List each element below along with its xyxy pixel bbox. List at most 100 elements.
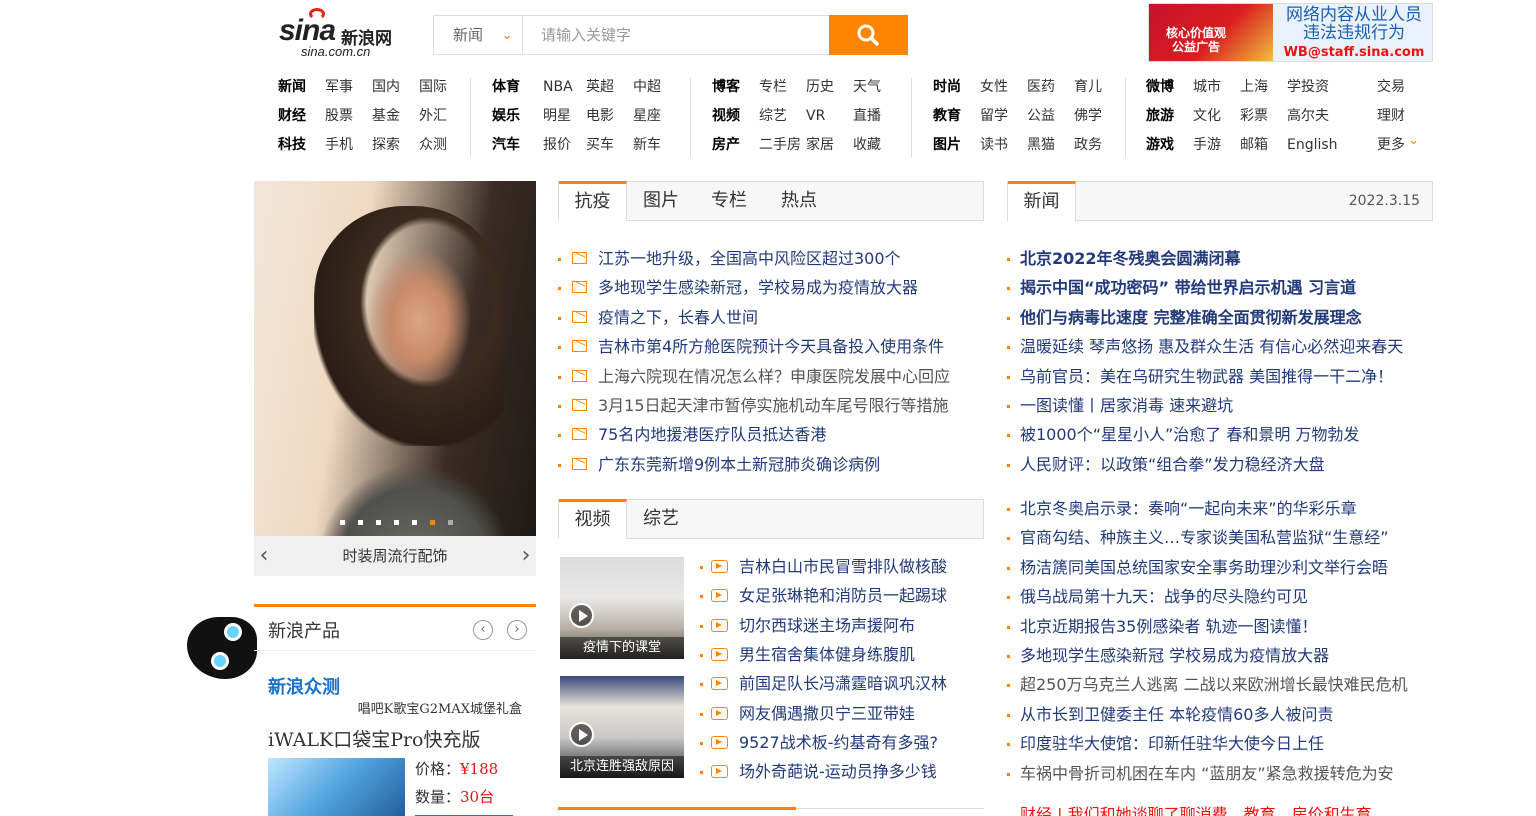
nav-link[interactable]: 文化 — [1193, 106, 1221, 126]
nav-link[interactable]: 股票 — [325, 106, 353, 126]
video-thumbnail[interactable]: 北京连胜强敌原因 — [560, 676, 684, 778]
nav-link[interactable]: 星座 — [633, 106, 661, 126]
nav-link[interactable]: VR — [806, 106, 825, 126]
nav-link[interactable]: 历史 — [806, 77, 834, 97]
nav-link[interactable]: 天气 — [853, 77, 881, 97]
list-item-title[interactable]: 3月15日起天津市暂停实施机动车尾号限行等措施 — [598, 395, 949, 417]
play-icon[interactable] — [569, 722, 594, 747]
nav-link[interactable]: 城市 — [1193, 77, 1221, 97]
nav-link[interactable]: 探索 — [372, 135, 400, 155]
nav-link[interactable]: NBA — [543, 77, 573, 97]
photo-carousel[interactable]: 时装周流行配饰 ‹ › — [254, 181, 536, 576]
nav-link[interactable]: 家居 — [806, 135, 834, 155]
list-item-title[interactable]: 乌前官员：美在乌研究生物武器 美国推得一干二净！ — [1020, 366, 1393, 388]
nav-link[interactable]: 外汇 — [419, 106, 447, 126]
carousel-dot[interactable] — [358, 520, 363, 525]
nav-link[interactable]: 理财 — [1377, 106, 1405, 126]
list-item-title[interactable]: 女足张琳艳和消防员一起踢球 — [739, 585, 947, 607]
nav-link[interactable]: 手游 — [1193, 135, 1221, 155]
carousel-dot[interactable] — [340, 520, 345, 525]
list-item-title[interactable]: 人民财评：以政策“组合拳”发力稳经济大盘 — [1020, 454, 1325, 476]
tab-variety[interactable]: 综艺 — [627, 499, 695, 539]
list-item-title[interactable]: 北京2022年冬残奥会圆满闭幕 — [1020, 248, 1241, 270]
nav-link[interactable]: 中超 — [633, 77, 661, 97]
carousel-dot[interactable] — [412, 520, 417, 525]
list-item-title[interactable]: 超250万乌克兰人逃离 二战以来欧洲增长最快难民危机 — [1020, 674, 1408, 696]
nav-link[interactable]: 收藏 — [853, 135, 881, 155]
nav-link[interactable]: 直播 — [853, 106, 881, 126]
nav-link[interactable]: 学投资 — [1287, 77, 1329, 97]
carousel-caption[interactable]: 时装周流行配饰 — [254, 536, 536, 576]
list-item-title[interactable]: 75名内地援港医疗队员抵达香港 — [598, 424, 826, 446]
list-item-title[interactable]: 北京近期报告35例感染者 轨迹一图读懂！ — [1020, 616, 1317, 638]
list-item-title[interactable]: 印度驻华大使馆：印新任驻华大使今日上任 — [1020, 733, 1324, 755]
finance-teaser[interactable]: 财经 | 我们和她谈聊了聊消费、教育、房价和生育 — [1020, 806, 1372, 816]
nav-link[interactable]: 彩票 — [1240, 106, 1268, 126]
nav-link[interactable]: 明星 — [543, 106, 571, 126]
list-item-title[interactable]: 俄乌战局第十九天：战争的尽头隐约可见 — [1020, 586, 1308, 608]
list-item-title[interactable]: 多地现学生感染新冠，学校易成为疫情放大器 — [598, 277, 918, 299]
nav-link[interactable]: 国内 — [372, 77, 400, 97]
nav-link[interactable]: 女性 — [980, 77, 1008, 97]
nav-link[interactable]: 体育 — [492, 77, 520, 97]
list-item-title[interactable]: 多地现学生感染新冠 学校易成为疫情放大器 — [1020, 645, 1329, 667]
nav-link[interactable]: 娱乐 — [492, 106, 520, 126]
nav-link[interactable]: 综艺 — [759, 106, 787, 126]
tab-pictures[interactable]: 图片 — [627, 181, 695, 221]
more-chevron-icon[interactable]: ⌄ — [1408, 131, 1419, 151]
video-thumbnail[interactable]: 疫情下的课堂 — [560, 557, 684, 659]
nav-link[interactable]: 众测 — [419, 135, 447, 155]
products-next-icon[interactable]: › — [507, 620, 527, 640]
nav-link[interactable]: 教育 — [933, 106, 961, 126]
carousel-photo[interactable] — [254, 181, 536, 536]
nav-link[interactable]: 国际 — [419, 77, 447, 97]
nav-link[interactable]: 黑猫 — [1027, 135, 1055, 155]
carousel-dot[interactable] — [394, 520, 399, 525]
list-item-title[interactable]: 一图读懂丨居家消毒 速来避坑 — [1020, 395, 1233, 417]
list-item-title[interactable]: 被1000个“星星小人”治愈了 春和景明 万物勃发 — [1020, 424, 1359, 446]
nav-link[interactable]: 上海 — [1240, 77, 1268, 97]
nav-link[interactable]: 政务 — [1074, 135, 1102, 155]
nav-link[interactable]: 新车 — [633, 135, 661, 155]
list-item-title[interactable]: 他们与病毒比速度 完整准确全面贯彻新发展理念 — [1020, 307, 1362, 329]
nav-link[interactable]: 交易 — [1377, 77, 1405, 97]
nav-link[interactable]: 电影 — [586, 106, 614, 126]
list-item-title[interactable]: 吉林市第4所方舱医院预计今天具备投入使用条件 — [598, 336, 944, 358]
sina-logo[interactable]: sina 新浪网 sina.com.cn — [277, 6, 412, 62]
nav-link[interactable]: 微博 — [1146, 77, 1174, 97]
nav-link[interactable]: 专栏 — [759, 77, 787, 97]
carousel-dot[interactable] — [448, 520, 453, 525]
nav-link[interactable]: 更多 — [1377, 135, 1405, 155]
list-item-title[interactable]: 揭示中国“成功密码” 带给世界启示机遇 习言道 — [1020, 277, 1356, 299]
list-item-title[interactable]: 官商勾结、种族主义…专家谈美国私营监狱“生意经” — [1020, 527, 1389, 549]
nav-link[interactable]: 买车 — [586, 135, 614, 155]
list-item-title[interactable]: 网友偶遇撒贝宁三亚带娃 — [739, 703, 915, 725]
nav-link[interactable]: 二手房 — [759, 135, 801, 155]
tab-column[interactable]: 专栏 — [695, 181, 763, 221]
nav-link[interactable]: 育儿 — [1074, 77, 1102, 97]
list-item-title[interactable]: 车祸中骨折司机困在车内 “蓝朋友”紧急救援转危为安 — [1020, 763, 1394, 785]
nav-link[interactable]: 佛学 — [1074, 106, 1102, 126]
nav-link[interactable]: 基金 — [372, 106, 400, 126]
list-item-title[interactable]: 场外奇葩说-运动员挣多少钱 — [739, 761, 937, 783]
nav-link[interactable]: 新闻 — [278, 77, 306, 97]
products-prev-icon[interactable]: ‹ — [473, 620, 493, 640]
nav-link[interactable]: 财经 — [278, 106, 306, 126]
search-button[interactable] — [829, 15, 908, 55]
carousel-dot[interactable] — [430, 520, 435, 525]
nav-link[interactable]: 图片 — [933, 135, 961, 155]
carousel-prev-arrow-icon[interactable]: ‹ — [254, 536, 274, 576]
nav-link[interactable]: 留学 — [980, 106, 1008, 126]
nav-link[interactable]: 游戏 — [1146, 135, 1174, 155]
product-image[interactable] — [268, 758, 405, 816]
tab-news[interactable]: 新闻 — [1008, 181, 1076, 221]
nav-link[interactable]: 手机 — [325, 135, 353, 155]
nav-link[interactable]: English — [1287, 135, 1338, 155]
list-item-title[interactable]: 前国足队长冯潇霆暗讽巩汉林 — [739, 673, 947, 695]
nav-link[interactable]: 邮箱 — [1240, 135, 1268, 155]
nav-link[interactable]: 博客 — [712, 77, 740, 97]
nav-link[interactable]: 汽车 — [492, 135, 520, 155]
products-subtitle[interactable]: 唱吧K歌宝G2MAX城堡礼盒 — [358, 698, 522, 717]
list-item-title[interactable]: 从市长到卫健委主任 本轮疫情60多人被问责 — [1020, 704, 1333, 726]
list-item-title[interactable]: 广东东莞新增9例本土新冠肺炎确诊病例 — [598, 454, 880, 476]
